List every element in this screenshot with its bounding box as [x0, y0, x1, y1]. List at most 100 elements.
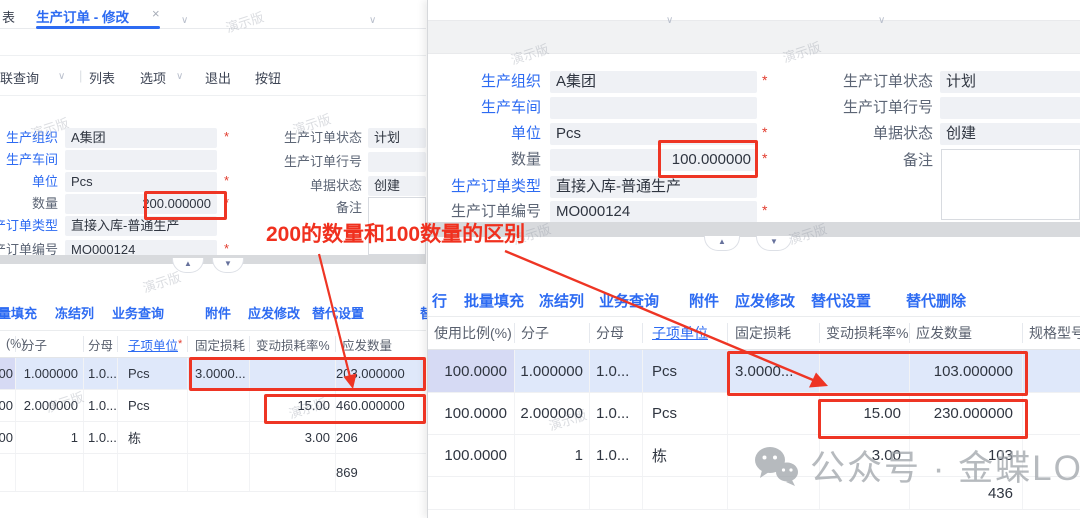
attachment-button[interactable]: 附件	[689, 290, 719, 311]
options-button[interactable]: 选项	[140, 68, 166, 87]
button-button[interactable]: 按钮	[255, 68, 281, 87]
cell[interactable]: 3.0000...	[188, 358, 250, 389]
cell[interactable]: 1.0...	[590, 393, 643, 434]
cell[interactable]: 000	[0, 390, 16, 421]
qty-field[interactable]: 200.000000	[65, 194, 217, 214]
org-label[interactable]: 生产组织	[0, 128, 58, 148]
freeze-column-button[interactable]: 冻结列	[55, 303, 94, 322]
doc-status-field[interactable]: 创建	[940, 123, 1080, 145]
cell[interactable]: 1.0...	[590, 350, 643, 392]
chevron-down-icon[interactable]: ∨	[369, 15, 376, 26]
row-action-fragment[interactable]: 行	[432, 290, 447, 311]
org-label[interactable]: 生产组织	[406, 71, 541, 93]
issue-modify-button[interactable]: 应发修改	[735, 290, 795, 311]
close-icon[interactable]: ×	[152, 6, 160, 21]
cell[interactable]: 100.0000	[428, 435, 515, 476]
order-type-label[interactable]: 生产订单类型	[406, 176, 541, 198]
order-type-label[interactable]: 产订单类型	[0, 216, 58, 236]
linked-query-button[interactable]: 联查询	[0, 68, 39, 87]
cell[interactable]	[728, 393, 820, 434]
cell[interactable]	[820, 350, 910, 392]
order-type-field[interactable]: 直接入库-普通生产	[65, 216, 217, 236]
collapse-up-icon[interactable]: ▲	[704, 236, 740, 251]
collapse-down-icon[interactable]: ▼	[212, 258, 244, 273]
cell[interactable]	[728, 435, 820, 476]
cell[interactable]	[188, 390, 250, 421]
issue-modify-button[interactable]: 应发修改	[248, 303, 300, 322]
chevron-down-icon[interactable]: ∨	[58, 71, 65, 82]
table-row[interactable]: 000 1 1.0... 栋 3.00 206	[0, 422, 426, 454]
cell[interactable]: 460.000000	[336, 398, 426, 413]
substitute-setting-button[interactable]: 替代设置	[811, 290, 871, 311]
cell[interactable]: 1.0...	[84, 390, 118, 421]
batch-fill-button[interactable]: 批量填充	[464, 290, 524, 311]
table-row[interactable]: 100.0000 1.000000 1.0... Pcs 3.0000... 1…	[428, 350, 1080, 393]
cell[interactable]: 栋	[643, 435, 728, 476]
unit-field[interactable]: Pcs	[550, 123, 757, 145]
table-row[interactable]: 100.0000 1 1.0... 栋 3.00 103	[428, 435, 1080, 477]
unit-field[interactable]: Pcs	[65, 172, 217, 192]
cell[interactable]: 000	[0, 422, 16, 453]
order-status-field[interactable]: 计划	[940, 71, 1080, 93]
cell[interactable]: 3.00	[250, 422, 336, 453]
cell[interactable]: 1.000000	[16, 358, 84, 389]
tab-list-fragment[interactable]: 表	[2, 7, 15, 26]
tab-production-order-edit[interactable]: 生产订单 - 修改	[36, 6, 129, 26]
workshop-label[interactable]: 生产车间	[0, 150, 58, 170]
unit-label[interactable]: 单位	[406, 123, 541, 145]
attachment-button[interactable]: 附件	[205, 303, 231, 322]
collapse-down-icon[interactable]: ▼	[756, 236, 792, 251]
cell[interactable]: Pcs	[643, 350, 728, 392]
workshop-field[interactable]	[550, 97, 757, 119]
order-no-field[interactable]: MO000124	[550, 201, 757, 223]
cell[interactable]: 1.0...	[590, 435, 643, 476]
cell[interactable]: 230.000000	[910, 393, 1023, 434]
cell[interactable]: Pcs	[118, 358, 188, 389]
table-row[interactable]: 000 2.000000 1.0... Pcs 15.00 460.000000	[0, 390, 426, 422]
order-type-field[interactable]: 直接入库-普通生产	[550, 176, 757, 198]
workshop-label[interactable]: 生产车间	[406, 97, 541, 119]
cell[interactable]: 100.0000	[428, 350, 515, 392]
batch-fill-button[interactable]: 量填充	[0, 303, 37, 322]
remark-textarea[interactable]	[941, 149, 1080, 220]
cell[interactable]: 2.000000	[16, 390, 84, 421]
cell[interactable]	[188, 422, 250, 453]
cell[interactable]: 1.000000	[515, 350, 590, 392]
cell[interactable]: 1	[515, 435, 590, 476]
cell[interactable]: 103	[910, 435, 1023, 476]
substitute-delete-button[interactable]: 替代删除	[906, 290, 966, 311]
unit-label[interactable]: 单位	[0, 172, 58, 192]
cell[interactable]: 3.00	[820, 435, 910, 476]
cell[interactable]: 1.0...	[84, 422, 118, 453]
table-row[interactable]: 000 1.000000 1.0... Pcs 3.0000... 203.00…	[0, 358, 426, 390]
collapse-up-icon[interactable]: ▲	[172, 258, 204, 273]
cell[interactable]: 栋	[118, 422, 188, 453]
cell[interactable]: 203.000000	[336, 366, 426, 381]
org-field[interactable]: A集团	[65, 128, 217, 148]
chevron-down-icon[interactable]: ∨	[181, 15, 188, 26]
cell[interactable]: 100.0000	[428, 393, 515, 434]
line-no-field[interactable]	[940, 97, 1080, 119]
business-query-button[interactable]: 业务查询	[112, 303, 164, 322]
freeze-column-button[interactable]: 冻结列	[539, 290, 584, 311]
cell[interactable]: 000	[0, 358, 16, 389]
chevron-down-icon[interactable]: ∨	[878, 15, 885, 26]
business-query-button[interactable]: 业务查询	[599, 290, 659, 311]
cell[interactable]: 2.000000	[515, 393, 590, 434]
table-row[interactable]: 100.0000 2.000000 1.0... Pcs 15.00 230.0…	[428, 393, 1080, 435]
cell[interactable]: 15.00	[820, 393, 910, 434]
cell[interactable]: 15.00	[250, 390, 336, 421]
cell[interactable]: Pcs	[643, 393, 728, 434]
chevron-down-icon[interactable]: ∨	[666, 15, 673, 26]
cell[interactable]: 103.000000	[910, 350, 1023, 392]
cell[interactable]: 206	[336, 430, 426, 445]
org-field[interactable]: A集团	[550, 71, 757, 93]
cell[interactable]: 1.0...	[84, 358, 118, 389]
workshop-field[interactable]	[65, 150, 217, 170]
qty-field[interactable]: 100.000000	[550, 149, 757, 171]
substitute-setting-button[interactable]: 替代设置	[312, 303, 364, 322]
chevron-down-icon[interactable]: ∨	[176, 71, 183, 82]
cell[interactable]: Pcs	[118, 390, 188, 421]
exit-button[interactable]: 退出	[205, 68, 231, 87]
cell[interactable]: 3.0000...	[728, 350, 820, 392]
